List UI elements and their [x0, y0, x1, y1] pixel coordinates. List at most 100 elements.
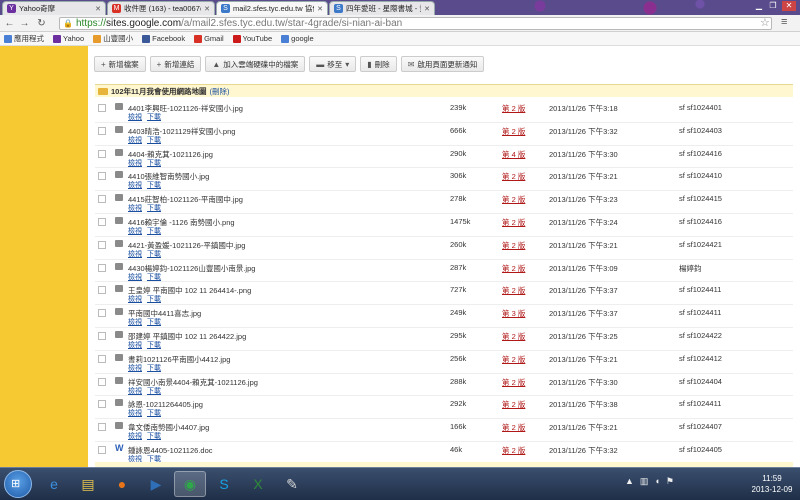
download-link[interactable]: 下載	[147, 114, 161, 121]
minimize-icon[interactable]: ▁	[752, 1, 766, 11]
menu-icon[interactable]: ≡	[781, 16, 787, 28]
taskbar-explorer-icon[interactable]: ▤	[72, 471, 104, 497]
file-checkbox[interactable]	[98, 104, 106, 112]
file-checkbox[interactable]	[98, 217, 106, 226]
file-checkbox[interactable]	[98, 377, 106, 386]
download-link[interactable]: 下載	[147, 296, 161, 303]
view-link[interactable]: 檢視	[128, 228, 142, 235]
tab-yahoo[interactable]: Y Yahoo奇摩 ✕	[2, 1, 106, 15]
file-version-link[interactable]: 第 2 版	[502, 422, 525, 433]
add-link-button[interactable]: + 新增連結	[149, 56, 202, 72]
view-link[interactable]: 檢視	[128, 433, 142, 440]
forward-icon[interactable]: →	[18, 17, 31, 30]
taskbar-ie-icon[interactable]: e	[38, 471, 70, 497]
file-version-link[interactable]: 第 3 版	[502, 308, 525, 319]
taskbar-skype-icon[interactable]: S	[208, 471, 240, 497]
download-link[interactable]: 下載	[147, 319, 161, 326]
file-checkbox[interactable]	[98, 309, 106, 318]
download-link[interactable]: 下載	[147, 228, 161, 235]
view-link[interactable]: 檢視	[128, 365, 142, 372]
view-link[interactable]: 檢視	[128, 296, 142, 303]
file-version-link[interactable]: 第 2 版	[502, 377, 525, 388]
file-version-link[interactable]: 第 2 版	[502, 285, 525, 296]
file-checkbox[interactable]	[98, 354, 106, 363]
file-version-link[interactable]: 第 2 版	[502, 171, 525, 182]
view-link[interactable]: 檢視	[128, 114, 142, 121]
download-link[interactable]: 下載	[147, 160, 161, 167]
bookmark-item[interactable]: 應用程式	[4, 33, 44, 44]
taskbar-firefox-icon[interactable]: ●	[106, 471, 138, 497]
view-link[interactable]: 檢視	[128, 342, 142, 349]
file-version-link[interactable]: 第 2 版	[502, 194, 525, 205]
back-icon[interactable]: ←	[3, 17, 16, 30]
view-link[interactable]: 檢視	[128, 251, 142, 258]
tab-class-site[interactable]: S四年愛班 - 星際書城 - 資訊✕	[329, 1, 435, 15]
file-checkbox[interactable]	[98, 263, 106, 272]
restore-icon[interactable]: ❐	[766, 1, 780, 11]
tab-close-icon[interactable]: ✕	[424, 5, 430, 13]
download-link[interactable]: 下載	[147, 410, 161, 417]
update-notify-button[interactable]: ✉ 啟用頁面更新通知	[400, 56, 485, 72]
file-version-link[interactable]: 第 2 版	[502, 354, 525, 365]
file-version-link[interactable]: 第 2 版	[502, 126, 525, 137]
tray-arrow-icon[interactable]: ▲	[625, 476, 634, 487]
volume-icon[interactable]: ◖	[654, 476, 659, 487]
view-link[interactable]: 檢視	[128, 388, 142, 395]
add-drive-file-button[interactable]: ▲ 加入雲端硬碟中的檔案	[205, 56, 306, 72]
file-version-link[interactable]: 第 2 版	[502, 263, 525, 274]
download-link[interactable]: 下載	[147, 182, 161, 189]
taskbar-media-icon[interactable]: ▶	[140, 471, 172, 497]
file-checkbox[interactable]	[98, 149, 106, 158]
file-checkbox[interactable]	[98, 331, 106, 340]
file-version-link[interactable]: 第 2 版	[502, 103, 525, 114]
file-checkbox[interactable]	[98, 126, 106, 135]
tab-sites-active[interactable]: Smail2.sfes.tyc.edu.tw 協作 ✕	[216, 1, 328, 15]
view-link[interactable]: 檢視	[128, 182, 142, 189]
network-icon[interactable]: ▥	[640, 476, 649, 487]
taskbar-paint-icon[interactable]: ✎	[276, 471, 308, 497]
bookmark-item[interactable]: Facebook	[142, 34, 185, 43]
bookmark-item[interactable]: YouTube	[232, 34, 272, 43]
view-link[interactable]: 檢視	[128, 160, 142, 167]
download-link[interactable]: 下載	[147, 365, 161, 372]
tab-close-icon[interactable]: ✕	[317, 5, 323, 13]
file-checkbox[interactable]	[98, 286, 106, 295]
download-link[interactable]: 下載	[147, 205, 161, 212]
bookmark-item[interactable]: Yahoo	[53, 34, 84, 43]
folder-delete-link[interactable]: (刪除)	[209, 86, 229, 97]
download-link[interactable]: 下載	[147, 137, 161, 144]
file-checkbox[interactable]	[98, 400, 106, 409]
view-link[interactable]: 檢視	[128, 410, 142, 417]
file-version-link[interactable]: 第 2 版	[502, 331, 525, 342]
view-link[interactable]: 檢視	[128, 137, 142, 144]
download-link[interactable]: 下載	[147, 274, 161, 281]
download-link[interactable]: 下載	[147, 251, 161, 258]
file-checkbox[interactable]	[98, 195, 106, 204]
tab-close-icon[interactable]: ✕	[204, 5, 210, 13]
delete-button[interactable]: ▮ 刪除	[360, 56, 397, 72]
close-window-icon[interactable]: ✕	[782, 1, 796, 11]
bookmark-item[interactable]: 山豐國小	[93, 33, 133, 44]
url-input[interactable]: 🔒 https:// sites.google.com /a/mail2.sfe…	[59, 17, 772, 30]
bookmark-item[interactable]: Gmail	[194, 34, 224, 43]
file-version-link[interactable]: 第 2 版	[502, 240, 525, 251]
file-checkbox[interactable]	[98, 445, 106, 454]
download-link[interactable]: 下載	[147, 433, 161, 440]
file-version-link[interactable]: 第 2 版	[502, 217, 525, 228]
download-link[interactable]: 下載	[147, 342, 161, 349]
file-version-link[interactable]: 第 2 版	[502, 445, 525, 456]
bookmark-item[interactable]: google	[281, 34, 314, 43]
view-link[interactable]: 檢視	[128, 274, 142, 281]
taskbar-excel-icon[interactable]: X	[242, 471, 274, 497]
view-link[interactable]: 檢視	[128, 319, 142, 326]
move-to-button[interactable]: ▬ 移至 ▾	[309, 56, 357, 72]
file-checkbox[interactable]	[98, 240, 106, 249]
view-link[interactable]: 檢視	[128, 205, 142, 212]
file-checkbox[interactable]	[98, 423, 106, 432]
tab-gmail[interactable]: M 收件匣 (163) - tea0067@ ✕	[107, 1, 215, 15]
taskbar-chrome-icon[interactable]: ◉	[174, 471, 206, 497]
add-file-button[interactable]: + 新增檔案	[94, 56, 146, 72]
tab-close-icon[interactable]: ✕	[95, 5, 101, 13]
flag-icon[interactable]: ⚑	[666, 476, 674, 487]
bookmark-star-icon[interactable]: ☆	[760, 16, 770, 29]
